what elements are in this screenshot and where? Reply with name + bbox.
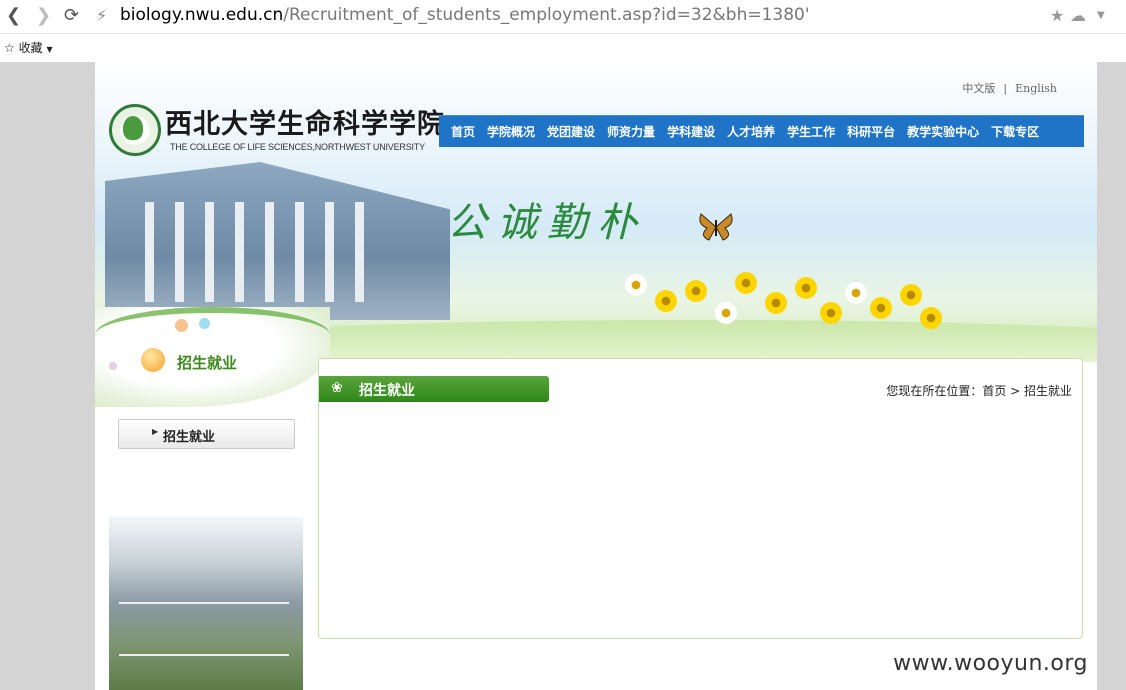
nav-item-home[interactable]: 首页: [439, 123, 481, 140]
bookmarks-bar: ☆ 收藏 ▼: [0, 34, 1126, 62]
decor-dot: [175, 319, 188, 332]
lang-cn-link[interactable]: 中文版: [962, 82, 995, 95]
sidebar-item-label: 招生就业: [163, 430, 216, 445]
lightning-icon: ⚡: [96, 6, 108, 25]
sun-icon: [141, 348, 165, 372]
star-outline-icon: ☆: [4, 41, 15, 55]
url-host: biology.nwu.edu.cn: [120, 5, 284, 25]
content-panel: ❀ 招生就业 您现在所在位置：首页 > 招生就业: [318, 358, 1083, 639]
logo-title-en: THE COLLEGE OF LIFE SCIENCES,NORTHWEST U…: [170, 142, 425, 152]
nav-item-student-work[interactable]: 学生工作: [781, 123, 841, 140]
logo-title-cn: 西北大学生命科学学院: [165, 109, 445, 140]
star-icon[interactable]: ★: [1050, 6, 1064, 25]
nav-item-education[interactable]: 人才培养: [721, 123, 781, 140]
back-arrow-icon[interactable]: ❮: [6, 6, 21, 26]
chevron-down-icon: ▼: [46, 45, 53, 54]
lang-en-link[interactable]: English: [1015, 82, 1057, 95]
lang-separator: |: [1003, 82, 1008, 95]
flowers-decoration: [615, 262, 945, 342]
main-navigation: 首页 学院概况 党团建设 师资力量 学科建设 人才培养 学生工作 科研平台 教学…: [439, 115, 1084, 147]
campus-photo: [109, 517, 303, 690]
watermark: www.wooyun.org: [893, 651, 1088, 676]
language-switch: 中文版 | English: [958, 80, 1061, 96]
breadcrumb: 您现在所在位置：首页 > 招生就业: [886, 384, 1072, 398]
college-motto: 公诚勤朴: [447, 200, 647, 246]
bookmarks-label: 收藏: [18, 41, 43, 55]
nav-item-lab-center[interactable]: 教学实验中心: [901, 123, 985, 140]
content-tab: ❀ 招生就业: [319, 376, 549, 402]
sprout-icon: ❀: [331, 380, 343, 396]
decor-dot: [199, 318, 210, 329]
nav-item-disciplines[interactable]: 学科建设: [661, 123, 721, 140]
url-path: /Recruitment_of_students_employment.asp?…: [283, 5, 810, 25]
cloud-icon[interactable]: ☁: [1070, 6, 1086, 25]
triangle-right-icon: ▶: [152, 427, 159, 436]
reload-icon[interactable]: ⟳: [64, 6, 79, 26]
sidebar-item-admissions[interactable]: ▶ 招生就业: [118, 419, 295, 449]
butterfly-icon: [699, 213, 733, 241]
nav-item-research[interactable]: 科研平台: [841, 123, 901, 140]
nav-item-downloads[interactable]: 下载专区: [985, 123, 1045, 140]
forward-arrow-icon[interactable]: ❯: [36, 6, 51, 26]
nav-item-overview[interactable]: 学院概况: [481, 123, 541, 140]
address-row: ❮ ❯ ⟳ ⚡ biology.nwu.edu.cn/Recruitment_o…: [0, 0, 1126, 34]
web-page: 中文版 | English 西北大学生命科学学院 THE COLLEGE OF LI…: [95, 62, 1097, 690]
bookmarks-button[interactable]: ☆ 收藏 ▼: [4, 39, 53, 56]
college-seal-icon: [109, 104, 161, 156]
browser-chrome: ❮ ❯ ⟳ ⚡ biology.nwu.edu.cn/Recruitment_o…: [0, 0, 1126, 62]
sidebar-title: 招生就业: [177, 354, 238, 372]
chevron-down-icon[interactable]: ▼: [1097, 10, 1105, 21]
content-tab-title: 招生就业: [359, 383, 415, 399]
nav-item-party[interactable]: 党团建设: [541, 123, 601, 140]
decor-dot: [109, 362, 117, 370]
address-bar[interactable]: biology.nwu.edu.cn/Recruitment_of_studen…: [120, 5, 810, 25]
nav-item-faculty[interactable]: 师资力量: [601, 123, 661, 140]
